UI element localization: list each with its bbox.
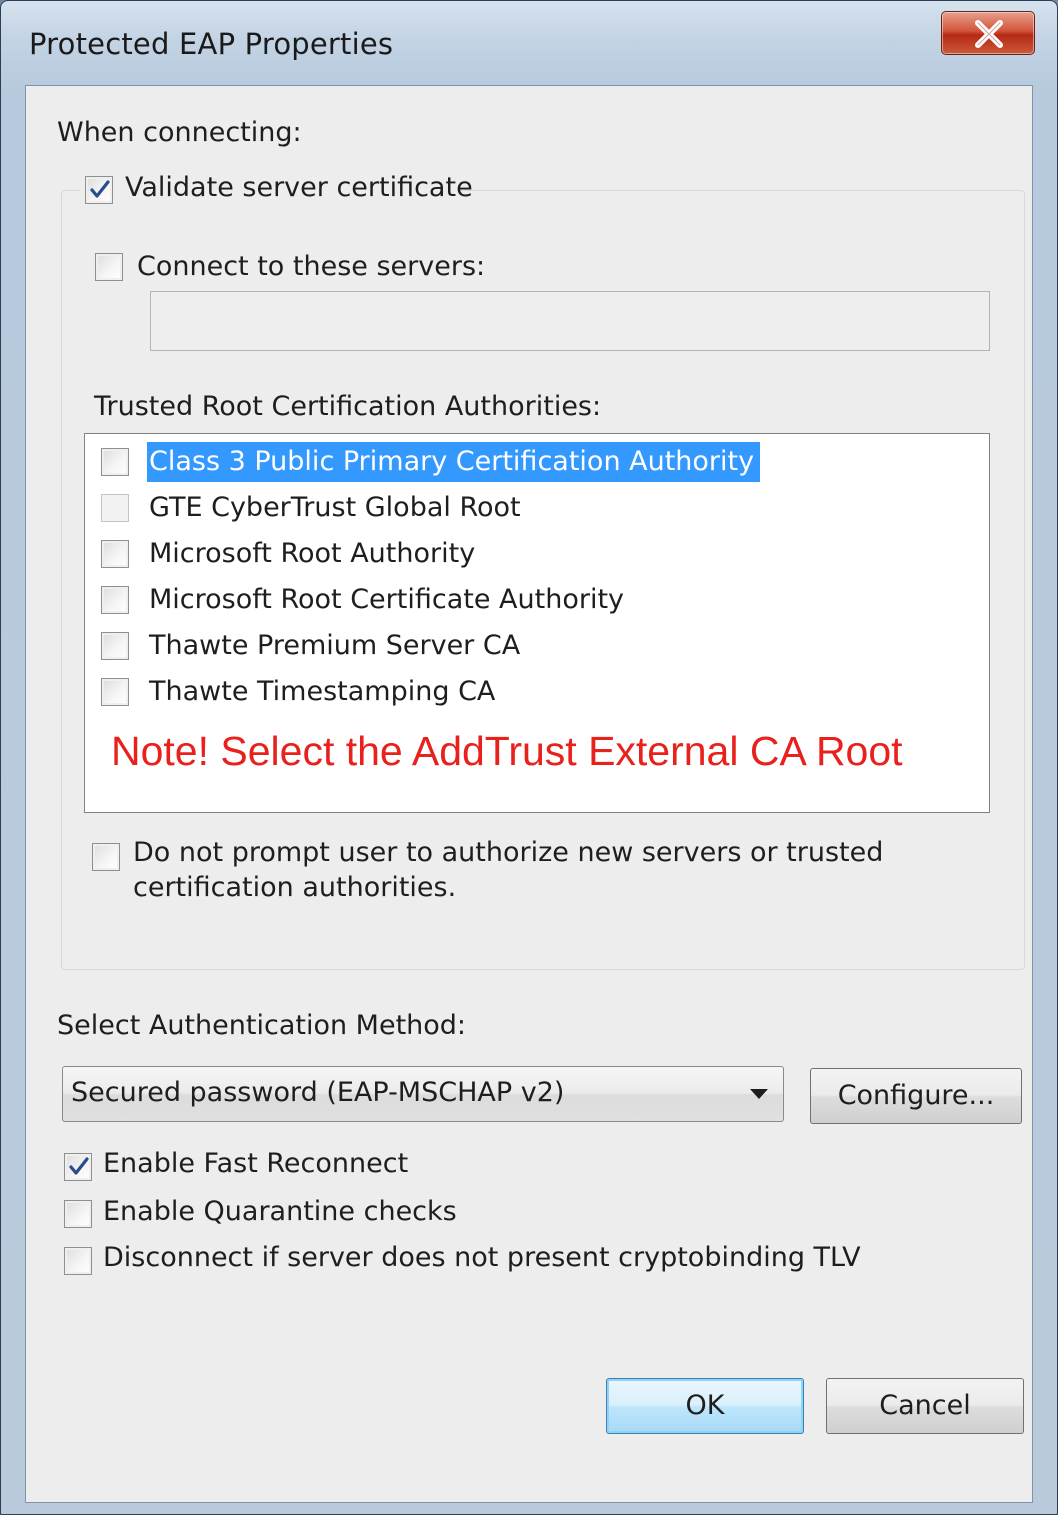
trusted-roots-list[interactable]: Class 3 Public Primary Certification Aut… [84,433,990,813]
title-bar[interactable]: Protected EAP Properties [1,1,1057,81]
list-item-checkbox[interactable] [101,448,129,476]
cancel-button[interactable]: Cancel [826,1378,1024,1434]
fast-reconnect-label: Enable Fast Reconnect [103,1148,409,1179]
dialog-client-area: When connecting: Connect to these server… [25,85,1033,1503]
list-item-checkbox[interactable] [101,586,129,614]
list-item-checkbox[interactable] [101,632,129,660]
servers-input[interactable] [150,291,990,351]
list-item[interactable]: Microsoft Root Authority [147,534,481,574]
checkmark-icon [90,180,110,198]
list-item[interactable]: Thawte Timestamping CA [147,672,501,712]
do-not-prompt-label-line2: certification authorities. [133,872,457,903]
quarantine-checkbox[interactable] [64,1200,92,1228]
list-item-checkbox[interactable] [101,540,129,568]
when-connecting-label: When connecting: [57,117,302,148]
do-not-prompt-checkbox[interactable] [92,843,120,871]
cryptobinding-checkbox[interactable] [64,1247,92,1275]
connect-servers-label: Connect to these servers: [137,251,486,282]
addtrust-note: Note! Select the AddTrust External CA Ro… [111,728,903,774]
list-item[interactable]: GTE CyberTrust Global Root [147,488,527,528]
chevron-down-icon [750,1089,768,1099]
close-button[interactable] [941,11,1035,55]
list-item[interactable]: Thawte Premium Server CA [147,626,526,666]
auth-method-selected: Secured password (EAP-MSCHAP v2) [71,1077,565,1108]
trusted-roots-label: Trusted Root Certification Authorities: [94,391,602,422]
checkmark-icon [69,1157,89,1175]
validate-certificate-checkbox[interactable] [85,176,113,204]
dialog-window: Protected EAP Properties When connecting… [0,0,1058,1515]
do-not-prompt-label-line1: Do not prompt user to authorize new serv… [133,837,884,868]
list-item-checkbox [101,494,129,522]
validate-certificate-label: Validate server certificate [125,172,473,203]
connect-servers-checkbox[interactable] [95,253,123,281]
ok-button[interactable]: OK [606,1378,804,1434]
auth-method-dropdown[interactable]: Secured password (EAP-MSCHAP v2) [62,1066,784,1122]
list-item[interactable]: Class 3 Public Primary Certification Aut… [147,442,761,482]
quarantine-label: Enable Quarantine checks [103,1196,457,1227]
configure-button[interactable]: Configure... [810,1068,1022,1124]
fast-reconnect-checkbox[interactable] [64,1153,92,1181]
list-item-checkbox[interactable] [101,678,129,706]
cryptobinding-label: Disconnect if server does not present cr… [103,1242,861,1273]
auth-method-label: Select Authentication Method: [57,1010,467,1041]
close-icon [975,20,1003,48]
validate-certificate-group: Connect to these servers: Trusted Root C… [61,190,1025,970]
list-item[interactable]: Microsoft Root Certificate Authority [147,580,630,620]
window-title: Protected EAP Properties [29,27,394,61]
